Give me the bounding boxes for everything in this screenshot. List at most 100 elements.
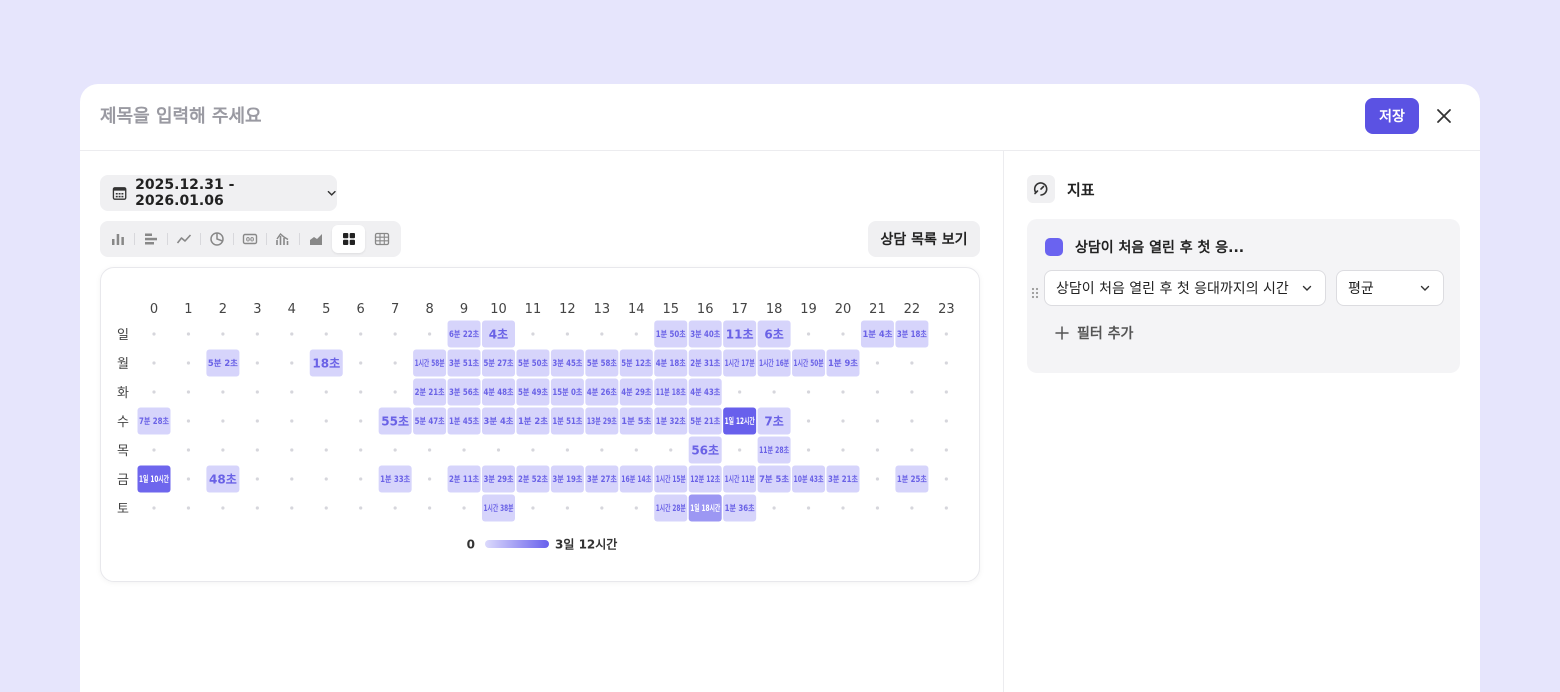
- heatmap-cell-label: 1시간 15분: [656, 474, 686, 485]
- heatmap-empty-cell: [910, 448, 914, 452]
- legend-min-label: 0: [467, 538, 475, 552]
- heatmap-empty-cell: [910, 361, 914, 365]
- heatmap-empty-cell: [531, 332, 535, 336]
- heatmap-cell-label: 11초: [726, 328, 754, 342]
- close-button[interactable]: [1432, 104, 1456, 128]
- heatmap-cell-label: 55초: [381, 415, 409, 429]
- legend-gradient-bar: [485, 540, 549, 548]
- heatmap-empty-cell: [910, 506, 914, 510]
- hour-label: 1: [184, 302, 192, 317]
- weekday-label: 일: [117, 328, 129, 343]
- metric-select[interactable]: 상담이 처음 열린 후 첫 응대까지의 시간: [1044, 270, 1326, 306]
- heatmap-empty-cell: [324, 332, 328, 336]
- hour-label: 9: [460, 302, 468, 317]
- bar-chart-icon: [111, 234, 124, 245]
- chart-area: 2025.12.31 - 2026.01.06 00 상담 목록 보기 0 1 …: [80, 151, 1004, 692]
- heatmap-cell-label: 1분 4초: [862, 330, 892, 340]
- heatmap-cell-label: 18초: [312, 357, 340, 371]
- heatmap-cell-label: 4분 43초: [690, 388, 720, 398]
- heatmap-cell-label: 1분 45초: [449, 417, 479, 427]
- heatmap-empty-cell: [255, 390, 259, 394]
- weekday-label: 수: [117, 415, 129, 430]
- heatmap-empty-cell: [393, 361, 397, 365]
- weekday-label: 목: [117, 444, 129, 459]
- heatmap-empty-cell: [875, 506, 880, 510]
- heatmap-empty-cell: [290, 332, 294, 336]
- add-filter-button[interactable]: 필터 추가: [1055, 323, 1133, 343]
- heatmap-cell-label: 1시간 11분: [725, 474, 755, 485]
- report-modal: 저장 2025.12.31 - 2026.01.06: [80, 84, 1480, 692]
- heatmap-cell-label: 12분 12초: [690, 475, 720, 485]
- heatmap-empty-cell: [428, 506, 432, 510]
- heatmap-cell-label: 3분 27초: [587, 475, 617, 485]
- heatmap-empty-cell: [738, 390, 742, 394]
- heatmap-empty-cell: [841, 448, 845, 452]
- date-range-picker[interactable]: 2025.12.31 - 2026.01.06: [100, 175, 337, 211]
- chart-type-pie[interactable]: [200, 225, 233, 253]
- chart-type-area[interactable]: [299, 225, 332, 253]
- hour-label: 2: [219, 302, 227, 317]
- heatmap-empty-cell: [152, 390, 156, 394]
- heatmap-empty-cell: [600, 448, 604, 452]
- heatmap-empty-cell: [359, 506, 363, 510]
- metric-color-swatch[interactable]: [1045, 238, 1063, 256]
- weekday-label: 화: [117, 386, 129, 401]
- metric-title: 상담이 처음 열린 후 첫 응...: [1075, 240, 1245, 256]
- heatmap-empty-cell: [944, 390, 948, 394]
- chart-type-horizontal-bar[interactable]: [134, 225, 167, 253]
- heatmap-empty-cell: [152, 332, 156, 336]
- heatmap-empty-cell: [255, 419, 259, 423]
- heatmap-empty-cell: [221, 419, 225, 423]
- title-input[interactable]: [100, 104, 700, 128]
- chevron-down-icon: [1302, 285, 1312, 291]
- view-conversation-list-button[interactable]: 상담 목록 보기: [868, 221, 980, 257]
- chart-type-line[interactable]: [167, 225, 200, 253]
- heatmap-empty-cell: [186, 419, 191, 423]
- aggregation-select[interactable]: 평균: [1336, 270, 1444, 306]
- heatmap-empty-cell: [600, 506, 604, 510]
- hour-label: 13: [594, 302, 611, 317]
- heatmap-empty-cell: [324, 506, 328, 510]
- heatmap-cell-label: 3분 18초: [897, 330, 927, 340]
- heatmap-cell-label: 1분 9초: [828, 359, 858, 369]
- chart-type-heatmap[interactable]: [332, 225, 365, 253]
- heatmap-cell-label: 1일 12시간: [725, 416, 755, 427]
- heatmap-empty-cell: [152, 506, 156, 510]
- hour-label: 0: [150, 302, 158, 317]
- heatmap-empty-cell: [634, 506, 638, 510]
- date-range-label: 2025.12.31 - 2026.01.06: [135, 177, 235, 209]
- heatmap-cell-label: 5분 47초: [415, 417, 445, 427]
- heatmap-cell-label: 2분 52초: [518, 475, 548, 485]
- hour-label: 11: [525, 302, 542, 317]
- heatmap-cell-label: 5분 50초: [518, 359, 548, 369]
- chart-type-number[interactable]: 00: [233, 225, 266, 253]
- heatmap-empty-cell: [875, 419, 880, 423]
- heatmap-empty-cell: [290, 390, 294, 394]
- heatmap-cell-label: 1시간 50분: [794, 358, 824, 369]
- heatmap-empty-cell: [290, 361, 294, 365]
- modal-header: 저장: [80, 84, 1480, 151]
- chart-type-funnel[interactable]: [266, 225, 299, 253]
- chart-type-table[interactable]: [365, 225, 398, 253]
- heatmap-empty-cell: [428, 477, 432, 481]
- heatmap-cell-label: 1일 18시간: [690, 503, 720, 514]
- hour-label: 12: [559, 302, 576, 317]
- hour-label: 17: [731, 302, 748, 317]
- metric-card: 상담이 처음 열린 후 첫 응... 상담이 처음 열린 후 첫 응대까지의 시…: [1027, 219, 1460, 373]
- heatmap-empty-cell: [772, 390, 776, 394]
- heatmap-empty-cell: [944, 332, 948, 336]
- hour-label: 23: [938, 302, 955, 317]
- heatmap-cell-label: 5분 49초: [518, 388, 548, 398]
- chart-type-bar[interactable]: [101, 225, 134, 253]
- metric-panel: 지표 상담이 처음 열린 후 첫 응... 상담이 처음 열린 후 첫 응대까지…: [1005, 151, 1480, 692]
- metric-heading: 지표: [1067, 180, 1095, 199]
- heatmap-cell-label: 6분 22초: [449, 330, 479, 340]
- heatmap-cell-label: 2분 11초: [449, 475, 479, 485]
- save-button[interactable]: 저장: [1365, 98, 1419, 134]
- hour-label: 21: [869, 302, 886, 317]
- drag-handle-icon[interactable]: [1031, 287, 1039, 299]
- aggregation-select-value: 평균: [1348, 281, 1374, 297]
- number-card-icon: 00: [242, 233, 257, 245]
- heatmap-cell-label: 4분 26초: [587, 388, 617, 398]
- hour-label: 20: [835, 302, 852, 317]
